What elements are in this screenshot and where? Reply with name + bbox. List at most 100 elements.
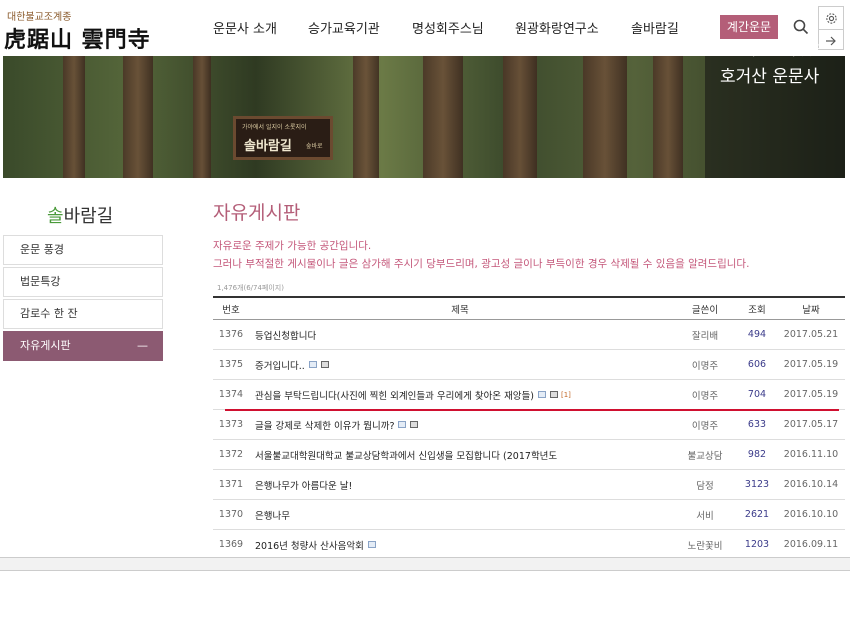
post-num: 1376 — [218, 329, 244, 340]
header-num: 번호 — [222, 304, 240, 316]
post-title-link[interactable]: 관심을 부탁드립니다(사진에 찍힌 외계인들과 우리에게 찾아온 재앙들) — [255, 388, 534, 402]
banner-tree — [63, 56, 85, 178]
banner-tree — [583, 56, 627, 178]
image-icon — [550, 391, 558, 398]
sidebar-item-scenery[interactable]: 운문 풍경 — [3, 235, 163, 265]
header-date: 날짜 — [802, 304, 820, 316]
post-num: 1372 — [218, 449, 244, 460]
table-row: 1370 은행나무 서비 2621 2016.10.10 — [213, 500, 845, 530]
header-writer: 글쓴이 — [691, 304, 719, 316]
post-writer: 담정 — [696, 480, 714, 492]
post-date: 2016.10.10 — [783, 509, 839, 520]
search-icon[interactable] — [792, 18, 810, 36]
page-title: 자유게시판 — [213, 202, 301, 224]
post-count: 1,476개(6/74페이지) — [217, 284, 284, 292]
sidebar-item-lecture[interactable]: 법문특강 — [3, 267, 163, 297]
post-writer: 서비 — [696, 510, 714, 522]
banner-tree — [353, 56, 379, 178]
attachment-icon — [538, 391, 546, 398]
board-notice: 자유로운 주제가 가능한 공간입니다. 그러나 부적절한 게시물이나 글은 삼가… — [213, 237, 749, 273]
table-row: 1374 관심을 부탁드립니다(사진에 찍힌 외계인들과 우리에게 찾아온 재앙… — [213, 380, 845, 410]
post-title-link[interactable]: 서울불교대학원대학교 불교상담학과에서 신입생을 모집합니다 (2017학년도 — [255, 440, 665, 469]
table-row: 1372 서울불교대학원대학교 불교상담학과에서 신입생을 모집합니다 (201… — [213, 440, 845, 470]
header-views: 조회 — [748, 304, 766, 316]
gear-icon[interactable] — [819, 7, 843, 29]
post-views: 3123 — [744, 479, 770, 490]
banner-tree — [503, 56, 537, 178]
sidebar-item-nectar[interactable]: 감로수 한 잔 — [3, 299, 163, 329]
nav-item-about[interactable]: 운문사 소개 — [213, 18, 277, 37]
banner-tagline: 천년의 숨결이 깃든 — [720, 44, 824, 59]
post-title-link[interactable]: 2016년 청량사 산사음악회 — [255, 538, 364, 552]
post-num: 1374 — [218, 389, 244, 400]
post-title-cell: 2016년 청량사 산사음악회 — [255, 530, 665, 559]
highlight-underline — [225, 409, 839, 411]
sidebar-title-rest: 바람길 — [63, 206, 114, 227]
post-title-cell: 관심을 부탁드립니다(사진에 찍힌 외계인들과 우리에게 찾아온 재앙들) [1… — [255, 380, 665, 409]
post-writer: 이명주 — [691, 420, 719, 432]
post-num: 1370 — [218, 509, 244, 520]
attachment-icon — [308, 361, 317, 368]
table-row: 1369 2016년 청량사 산사음악회 노란꽃비 1203 2016.09.1… — [213, 530, 845, 560]
post-title-link[interactable]: 등업신청합니다 — [255, 320, 665, 349]
post-date: 2016.09.11 — [783, 539, 839, 550]
post-views: 606 — [747, 359, 767, 370]
banner-tree — [123, 56, 153, 178]
post-date: 2017.05.17 — [783, 419, 839, 430]
reply-count: [1] — [561, 390, 571, 399]
post-date: 2017.05.19 — [783, 389, 839, 400]
post-title-cell: 증거입니다.. — [255, 350, 665, 379]
hero-banner: 가야에서 일지이 소롯지이 솔바람길 숲바로 — [3, 56, 845, 178]
post-num: 1375 — [218, 359, 244, 370]
post-writer: 잘리배 — [691, 330, 719, 342]
notice-line-2: 그러나 부적절한 게시물이나 글은 삼가해 주시기 당부드리며, 광고성 글이나… — [213, 258, 750, 270]
trail-sign: 가야에서 일지이 소롯지이 솔바람길 숲바로 — [233, 116, 333, 160]
banner-tree — [193, 56, 211, 178]
post-writer: 불교상담 — [687, 450, 723, 462]
logo-title: 虎踞山 雲門寺 — [4, 27, 151, 53]
post-views: 633 — [747, 419, 767, 430]
header-title: 제목 — [451, 304, 469, 316]
nav-item-solbaram[interactable]: 솔바람길 — [631, 18, 679, 37]
collapse-icon: — — [137, 339, 148, 352]
post-title-link[interactable]: 은행나무가 아름다운 날! — [255, 470, 665, 499]
sidebar-title-accent: 솔 — [47, 206, 64, 227]
attachment-icon — [398, 421, 407, 428]
sign-text: 솔바람길 — [244, 139, 292, 154]
quarterly-button[interactable]: 계간운문 — [720, 15, 778, 39]
image-icon — [410, 421, 419, 428]
nav-item-research[interactable]: 원광화랑연구소 — [515, 18, 599, 37]
sign-top-text: 가야에서 일지이 소롯지이 — [242, 124, 307, 131]
post-views: 494 — [747, 329, 767, 340]
post-title-link[interactable]: 은행나무 — [255, 500, 665, 529]
banner-tree — [653, 56, 683, 178]
post-title-link[interactable]: 증거입니다.. — [255, 358, 305, 372]
post-writer: 노란꽃비 — [687, 540, 723, 552]
post-writer: 이명주 — [691, 360, 719, 372]
post-date: 2016.11.10 — [783, 449, 839, 460]
sidebar-item-free-board[interactable]: 자유게시판 — — [3, 331, 163, 361]
post-views: 1203 — [744, 539, 770, 550]
footer-bar — [0, 557, 850, 571]
attachment-icon — [367, 541, 376, 548]
sidebar-item-label: 자유게시판 — [20, 339, 71, 352]
post-title-link[interactable]: 글을 강제로 삭제한 이유가 뭡니까? — [255, 418, 394, 432]
logo-subtitle: 대한불교조계종 — [7, 12, 72, 23]
table-row: 1375 증거입니다.. 이명주 606 2017.05.19 — [213, 350, 845, 380]
post-views: 982 — [747, 449, 767, 460]
board-table: 번호 제목 글쓴이 조회 날짜 1376 등업신청합니다 잘리배 494 201… — [213, 296, 845, 560]
notice-line-1: 자유로운 주제가 가능한 공간입니다. — [213, 240, 372, 252]
image-icon — [320, 361, 329, 368]
nav-item-education[interactable]: 승가교육기관 — [308, 18, 380, 37]
sidebar-title: 솔바람길 — [47, 202, 113, 228]
table-row: 1376 등업신청합니다 잘리배 494 2017.05.21 — [213, 320, 845, 350]
post-date: 2017.05.19 — [783, 359, 839, 370]
table-header: 번호 제목 글쓴이 조회 날짜 — [213, 296, 845, 320]
post-views: 704 — [747, 389, 767, 400]
site-logo[interactable]: 대한불교조계종 虎踞山 雲門寺 — [4, 6, 164, 53]
post-title-cell: 글을 강제로 삭제한 이유가 뭡니까? — [255, 410, 665, 439]
table-row: 1371 은행나무가 아름다운 날! 담정 3123 2016.10.14 — [213, 470, 845, 500]
post-date: 2017.05.21 — [783, 329, 839, 340]
nav-item-master[interactable]: 명성회주스님 — [412, 18, 484, 37]
post-date: 2016.10.14 — [783, 479, 839, 490]
